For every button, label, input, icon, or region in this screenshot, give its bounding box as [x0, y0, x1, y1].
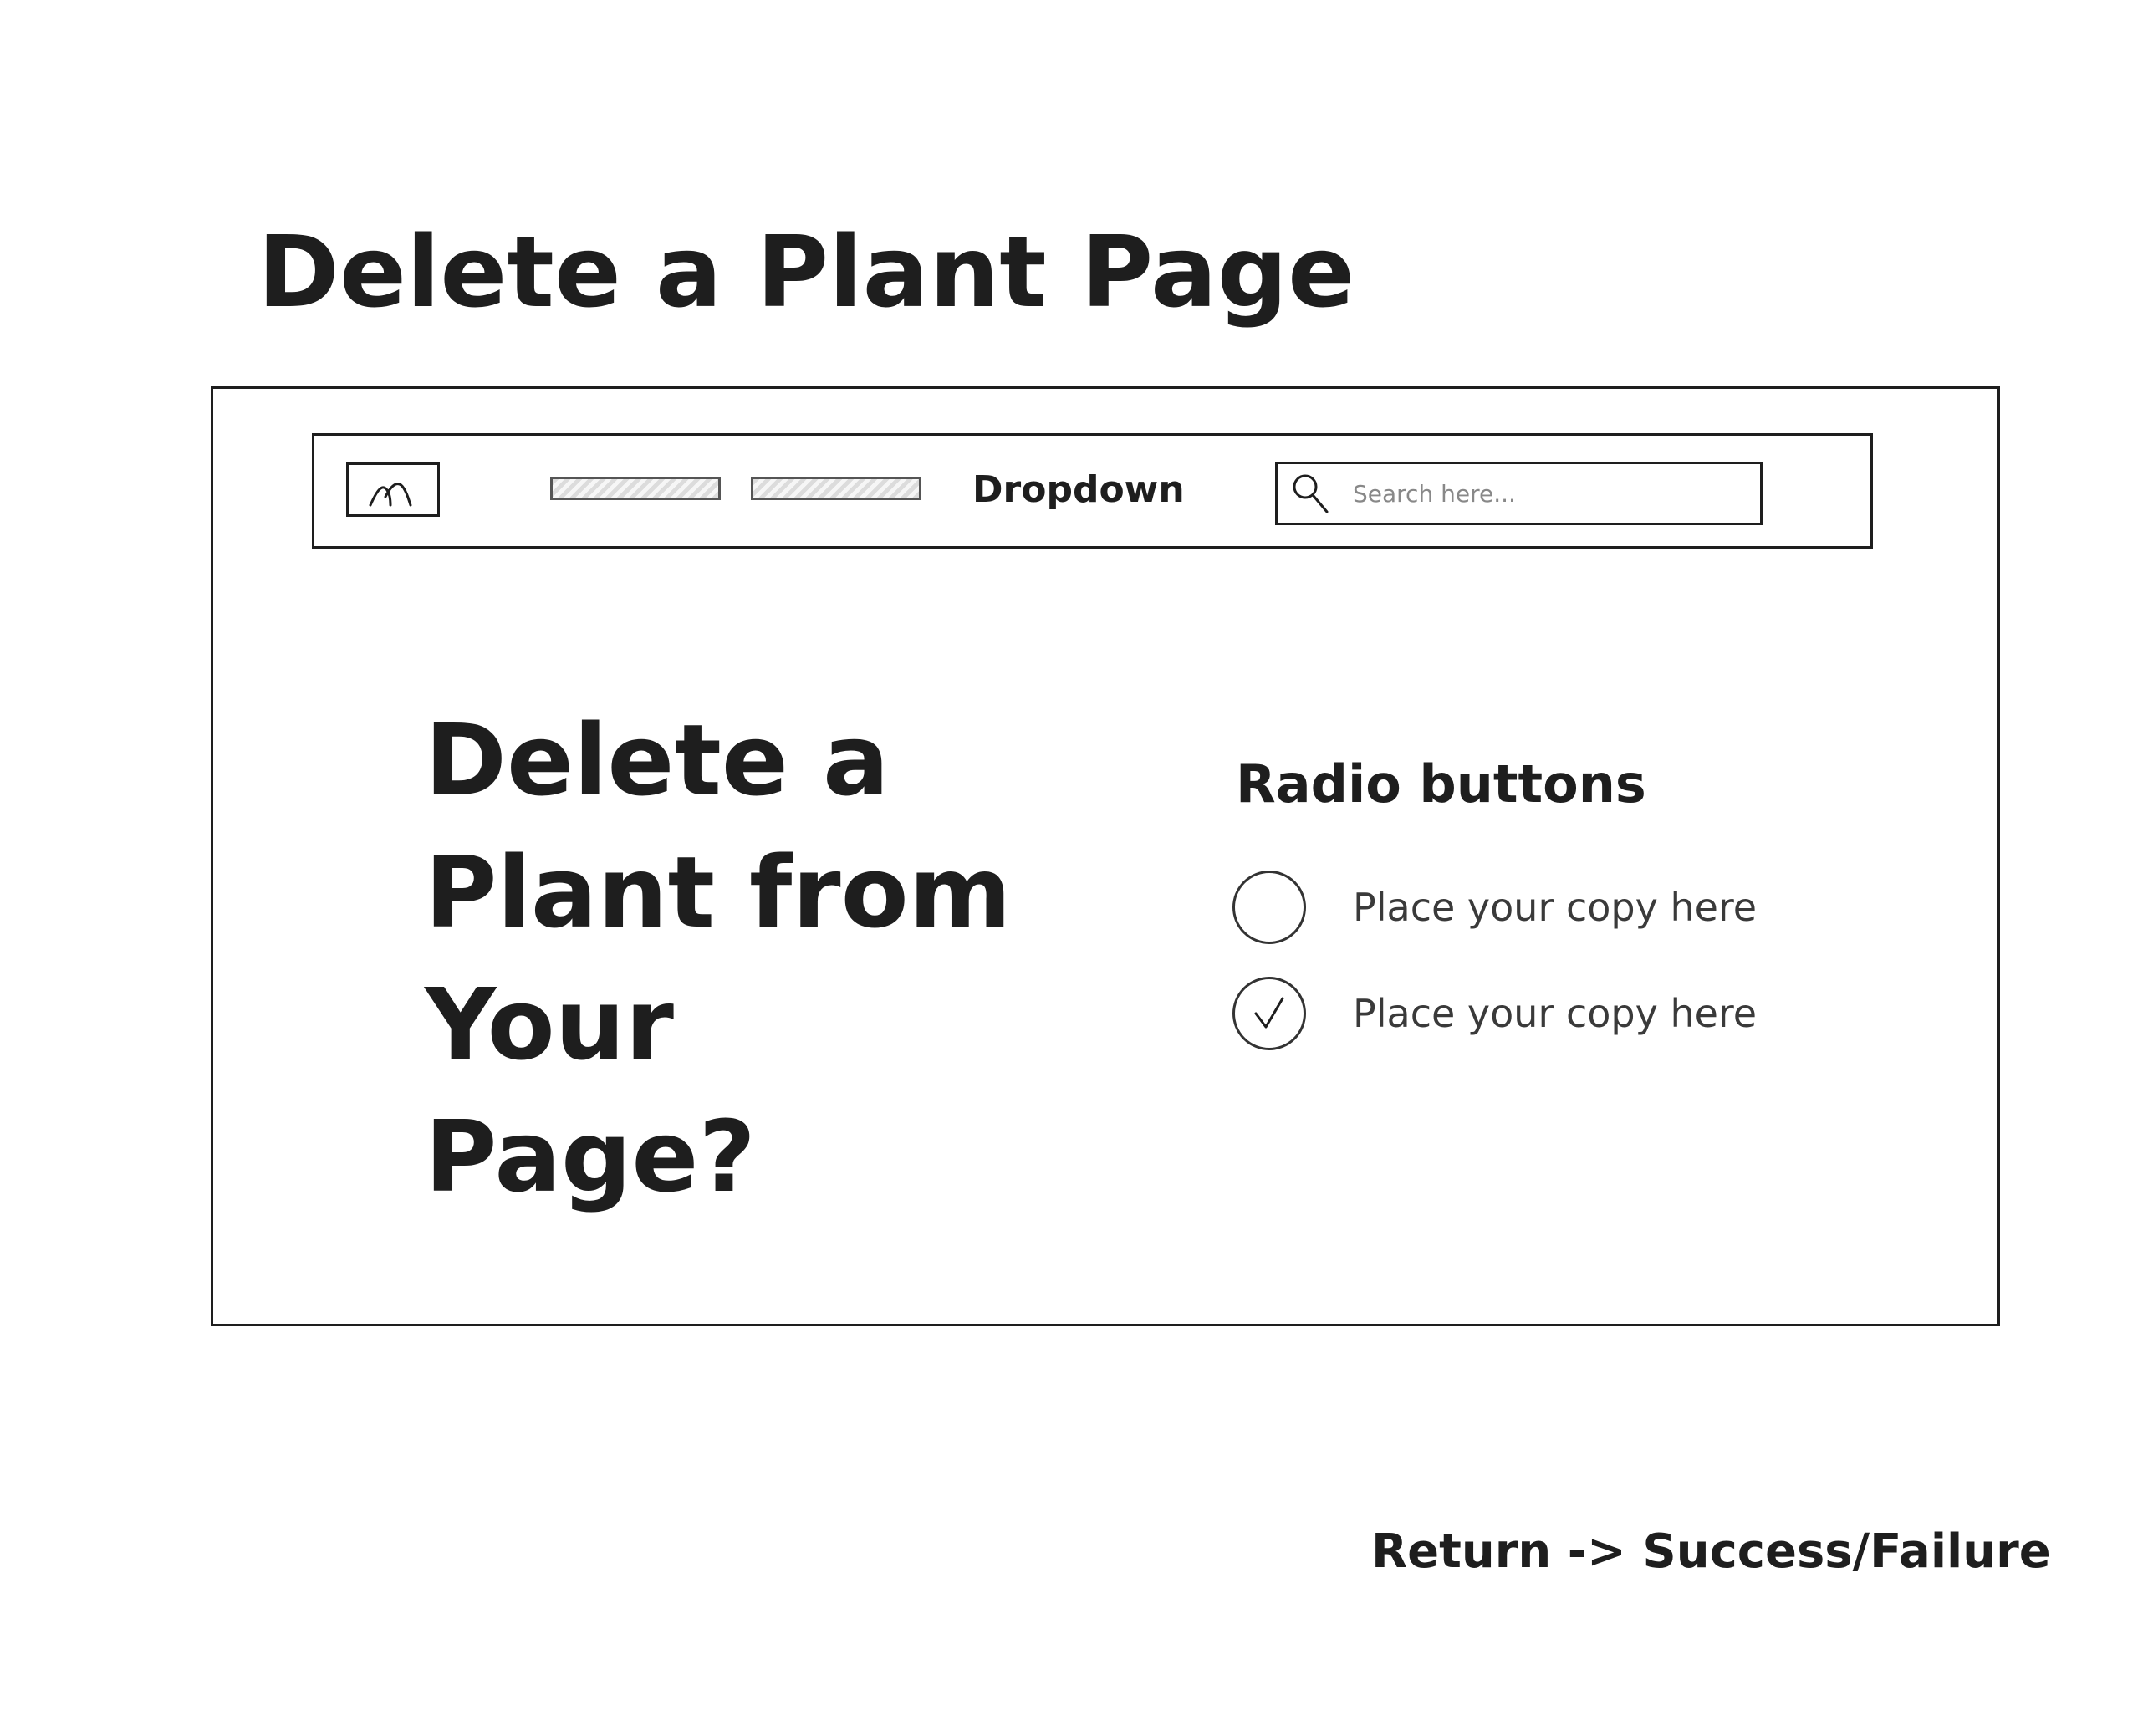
nav-link-placeholder-1[interactable] [550, 477, 721, 500]
radio-option-label: Place your copy here [1353, 885, 1758, 930]
flow-note: Return -> Success/Failure [1371, 1524, 2051, 1579]
radio-option-label: Place your copy here [1353, 991, 1758, 1036]
page-title: Delete a Plant Page [258, 214, 1355, 329]
radio-option-2[interactable]: Place your copy here [1232, 974, 1757, 1053]
radio-unchecked-icon[interactable] [1232, 871, 1306, 944]
dropdown-menu[interactable]: Dropdown [972, 465, 1185, 515]
radio-checked-icon[interactable] [1232, 977, 1306, 1050]
image-placeholder-icon[interactable] [346, 462, 440, 517]
main-heading: Delete a Plant from Your Page? [425, 702, 1012, 1214]
radio-group-title: Radio buttons [1236, 753, 1646, 814]
radio-option-1[interactable]: Place your copy here [1232, 868, 1757, 947]
nav-link-placeholder-2[interactable] [751, 477, 921, 500]
search-bar [1275, 462, 1763, 525]
search-icon [1284, 464, 1336, 523]
search-input[interactable] [1336, 479, 1754, 508]
